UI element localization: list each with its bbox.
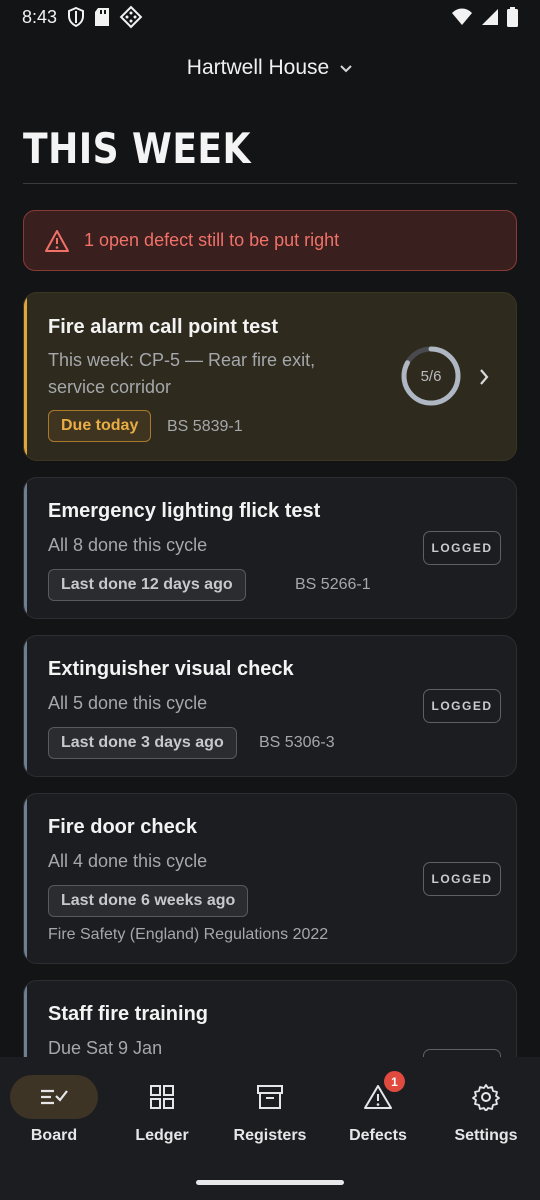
nav-board[interactable]: Board [0,1075,108,1145]
status-bar: 8:43 [0,0,540,34]
task-subtitle: This week: CP-5 — Rear fire exit, servic… [48,347,315,401]
site-name: Hartwell House [186,56,330,79]
task-card-fire-alarm[interactable]: Fire alarm call point test This week: CP… [23,292,517,461]
signal-icon [482,9,498,25]
warning-icon [45,229,69,252]
due-badge: Due today [48,410,152,442]
nav-label: Defects [349,1127,407,1144]
nav-settings[interactable]: Settings [432,1075,540,1145]
sd-card-icon [95,8,110,26]
task-subtitle-line1: This week: CP-5 — Rear fire exit, [48,350,316,370]
site-selector[interactable]: Hartwell House [0,56,540,80]
task-card-extinguisher[interactable]: Extinguisher visual check All 5 done thi… [23,635,517,777]
status-time: 8:43 [22,6,58,27]
task-card-emergency-lighting[interactable]: Emergency lighting flick test All 8 done… [23,477,517,619]
standard-ref: BS 5839-1 [167,418,243,435]
task-title: Staff fire training [48,1003,209,1025]
board-icon [41,1089,68,1105]
task-title: Fire alarm call point test [48,316,279,338]
grid-icon [150,1085,174,1109]
diamond-grid-icon [119,5,143,29]
last-done-badge: Last done 6 weeks ago [48,885,249,917]
task-subtitle: All 4 done this cycle [48,851,208,871]
task-subtitle: All 8 done this cycle [48,535,208,555]
page-title: THIS WEEK [23,124,251,173]
logged-button[interactable]: LOGGED [423,862,501,896]
nav-registers[interactable]: Registers [216,1075,324,1145]
last-done-badge: Last done 12 days ago [48,569,246,601]
task-subtitle: All 5 done this cycle [48,693,208,713]
task-title: Fire door check [48,816,197,838]
chevron-right-icon[interactable] [478,368,490,386]
divider [23,183,517,184]
standard-ref: BS 5306-3 [259,734,335,751]
alert-text: 1 open defect still to be put right [84,230,340,250]
nav-label: Settings [454,1127,518,1144]
task-subtitle-line2: service corridor [48,377,172,397]
nav-defects[interactable]: 1 Defects [324,1071,432,1145]
defect-alert-banner[interactable]: 1 open defect still to be put right [23,210,517,271]
task-card-fire-door[interactable]: Fire door check All 4 done this cycle La… [23,793,517,964]
battery-icon [507,7,518,27]
chevron-down-icon [340,65,352,73]
gear-icon [472,1084,500,1111]
progress-text: 5/6 [420,367,442,385]
shield-icon [68,7,85,27]
nav-label: Board [30,1127,78,1144]
nav-label: Ledger [135,1127,189,1144]
archive-icon [257,1085,283,1109]
nav-ledger[interactable]: Ledger [108,1075,216,1145]
task-title: Extinguisher visual check [48,658,294,680]
defects-count-badge: 1 [384,1071,405,1092]
bottom-navigation: Board Ledger Registers 1 Defects Setting… [0,1057,540,1200]
wifi-icon [452,8,472,25]
standard-ref: BS 5266-1 [295,576,371,593]
logged-button[interactable]: LOGGED [423,689,501,723]
logged-button[interactable]: LOGGED [423,531,501,565]
task-title: Emergency lighting flick test [48,500,321,522]
home-indicator[interactable] [196,1180,344,1185]
nav-label: Registers [233,1127,307,1144]
last-done-badge: Last done 3 days ago [48,727,237,759]
standard-ref: Fire Safety (England) Regulations 2022 [48,926,329,943]
